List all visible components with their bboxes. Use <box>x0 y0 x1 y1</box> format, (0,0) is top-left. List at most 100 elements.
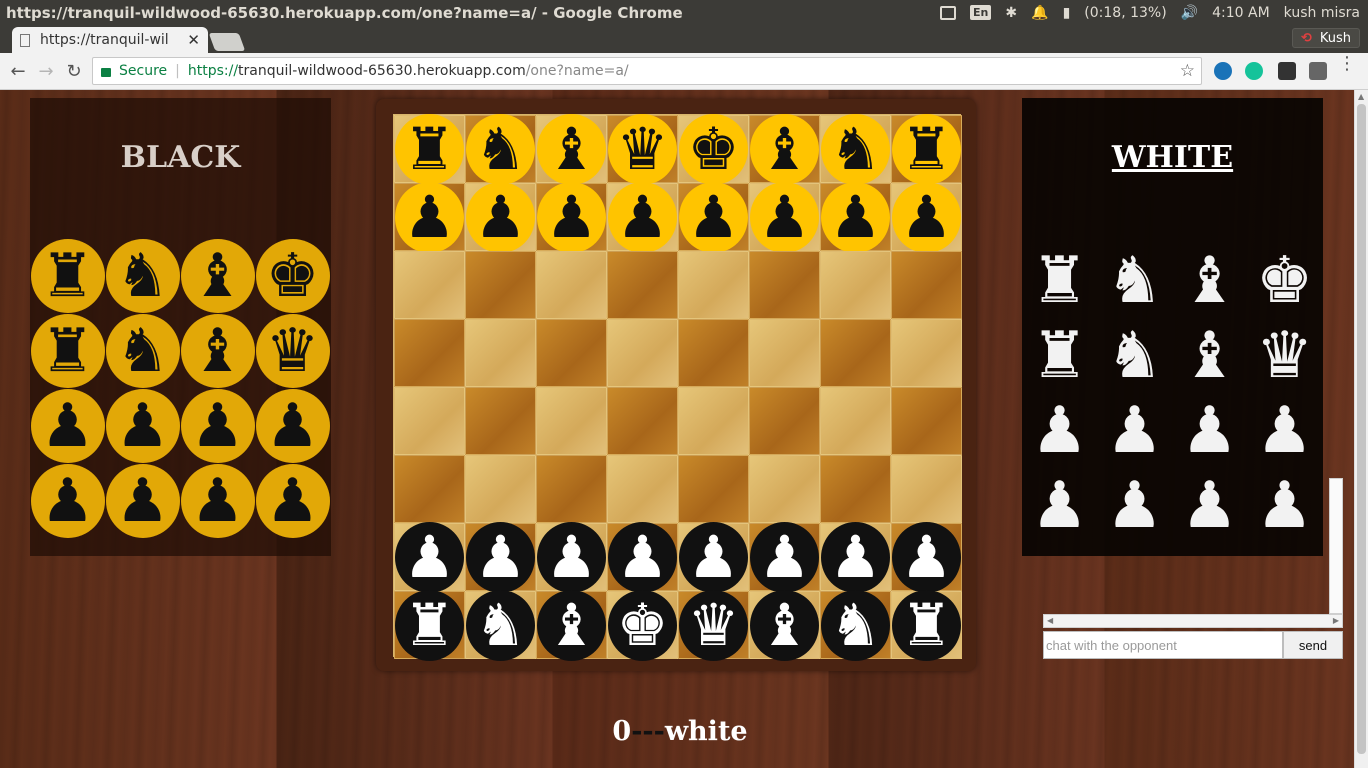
white-rook[interactable]: ♜ <box>395 589 464 661</box>
board-square[interactable]: ♝ <box>536 113 607 185</box>
board-square[interactable] <box>394 319 465 387</box>
board-square[interactable] <box>607 455 678 523</box>
white-knight[interactable]: ♞ <box>466 589 535 661</box>
send-button[interactable]: send <box>1283 631 1343 659</box>
white-king[interactable]: ♚ <box>608 589 677 661</box>
board-square[interactable] <box>465 319 536 387</box>
white-pawn[interactable]: ♟ <box>537 521 606 593</box>
chat-horizontal-scrollbar[interactable]: ◀ ▶ <box>1043 614 1343 628</box>
board-square[interactable] <box>394 387 465 455</box>
board-square[interactable]: ♟ <box>678 521 749 593</box>
board-square[interactable]: ♟ <box>465 521 536 593</box>
black-bishop[interactable]: ♝ <box>750 113 819 185</box>
board-square[interactable] <box>678 387 749 455</box>
board-square[interactable] <box>820 251 891 319</box>
board-square[interactable]: ♞ <box>820 589 891 661</box>
board-square[interactable] <box>891 387 962 455</box>
bluetooth-icon[interactable]: ✱ <box>1005 5 1017 21</box>
board-square[interactable]: ♞ <box>465 589 536 661</box>
black-pawn[interactable]: ♟ <box>750 181 819 253</box>
battery-icon[interactable]: ▮ <box>1063 5 1071 21</box>
black-pawn[interactable]: ♟ <box>608 181 677 253</box>
white-bishop[interactable]: ♝ <box>537 589 606 661</box>
reload-icon[interactable]: ↻ <box>60 61 88 82</box>
board-square[interactable] <box>607 319 678 387</box>
black-rook[interactable]: ♜ <box>892 113 961 185</box>
board-square[interactable]: ♛ <box>607 113 678 185</box>
board-square[interactable]: ♟ <box>607 521 678 593</box>
forward-arrow-icon[interactable]: → <box>32 61 60 82</box>
extension-glasses-icon[interactable] <box>1278 62 1296 80</box>
chat-log-scrollbar[interactable] <box>1329 478 1343 614</box>
board-square[interactable]: ♜ <box>891 113 962 185</box>
page-scrollbar[interactable]: ▲ <box>1354 90 1368 768</box>
browser-tab[interactable]: https://tranquil-wil ✕ <box>12 27 208 53</box>
board-square[interactable]: ♟ <box>394 521 465 593</box>
board-square[interactable] <box>394 251 465 319</box>
board-square[interactable] <box>891 455 962 523</box>
board-square[interactable]: ♞ <box>465 113 536 185</box>
white-bishop[interactable]: ♝ <box>750 589 819 661</box>
board-square[interactable]: ♜ <box>891 589 962 661</box>
board-square[interactable] <box>536 319 607 387</box>
board-square[interactable] <box>891 319 962 387</box>
board-square[interactable] <box>678 251 749 319</box>
board-square[interactable]: ♝ <box>749 589 820 661</box>
board-square[interactable] <box>820 319 891 387</box>
scroll-up-icon[interactable]: ▲ <box>1358 92 1364 101</box>
white-pawn[interactable]: ♟ <box>679 521 748 593</box>
black-king[interactable]: ♚ <box>679 113 748 185</box>
board-square[interactable] <box>820 387 891 455</box>
white-pawn[interactable]: ♟ <box>892 521 961 593</box>
board-square[interactable] <box>465 251 536 319</box>
board-square[interactable] <box>536 455 607 523</box>
user-menu[interactable]: kush misra <box>1284 5 1360 21</box>
board-square[interactable]: ♟ <box>891 521 962 593</box>
profile-button[interactable]: ⟲ Kush <box>1291 28 1360 48</box>
scrollbar-thumb[interactable] <box>1357 104 1366 754</box>
board-square[interactable]: ♟ <box>536 521 607 593</box>
chess-board[interactable]: ♜ ♞ ♝ ♛ ♚ ♝ ♞ ♜ ♟ ♟ ♟ ♟ ♟ ♟ ♟ ♟ ♟ ♟ ♟ ♟ ♟ ♟ ♟ ♟ ♜ ♞ ♝ ♚ ♛ ♝ ♞ ♜ <box>393 113 962 661</box>
scroll-left-icon[interactable]: ◀ <box>1047 616 1053 625</box>
black-queen[interactable]: ♛ <box>608 113 677 185</box>
board-square[interactable] <box>607 387 678 455</box>
board-square[interactable]: ♟ <box>607 181 678 253</box>
board-square[interactable]: ♟ <box>536 181 607 253</box>
white-queen[interactable]: ♛ <box>679 589 748 661</box>
bookmark-star-icon[interactable]: ☆ <box>1180 61 1195 81</box>
board-square[interactable] <box>465 387 536 455</box>
board-square[interactable]: ♟ <box>465 181 536 253</box>
board-square[interactable]: ♜ <box>394 589 465 661</box>
board-square[interactable]: ♟ <box>678 181 749 253</box>
board-square[interactable] <box>749 319 820 387</box>
board-square[interactable]: ♟ <box>394 181 465 253</box>
grammarly-icon[interactable] <box>1245 62 1263 80</box>
white-pawn[interactable]: ♟ <box>750 521 819 593</box>
board-square[interactable] <box>749 455 820 523</box>
black-pawn[interactable]: ♟ <box>537 181 606 253</box>
board-square[interactable]: ♝ <box>536 589 607 661</box>
board-square[interactable]: ♟ <box>820 521 891 593</box>
board-square[interactable]: ♜ <box>394 113 465 185</box>
black-knight[interactable]: ♞ <box>466 113 535 185</box>
black-pawn[interactable]: ♟ <box>679 181 748 253</box>
white-pawn[interactable]: ♟ <box>821 521 890 593</box>
black-pawn[interactable]: ♟ <box>892 181 961 253</box>
board-square[interactable] <box>891 251 962 319</box>
volume-icon[interactable]: 🔊 <box>1181 5 1198 21</box>
white-pawn[interactable]: ♟ <box>466 521 535 593</box>
black-pawn[interactable]: ♟ <box>395 181 464 253</box>
board-square[interactable] <box>678 319 749 387</box>
white-knight[interactable]: ♞ <box>821 589 890 661</box>
chat-input[interactable] <box>1043 631 1283 659</box>
white-rook[interactable]: ♜ <box>892 589 961 661</box>
board-square[interactable]: ♚ <box>607 589 678 661</box>
new-tab-button[interactable] <box>208 33 246 51</box>
board-square[interactable]: ♟ <box>820 181 891 253</box>
board-square[interactable]: ♚ <box>678 113 749 185</box>
board-square[interactable]: ♟ <box>749 181 820 253</box>
back-arrow-icon[interactable]: ← <box>4 61 32 82</box>
white-pawn[interactable]: ♟ <box>395 521 464 593</box>
board-square[interactable] <box>536 251 607 319</box>
board-square[interactable] <box>394 455 465 523</box>
